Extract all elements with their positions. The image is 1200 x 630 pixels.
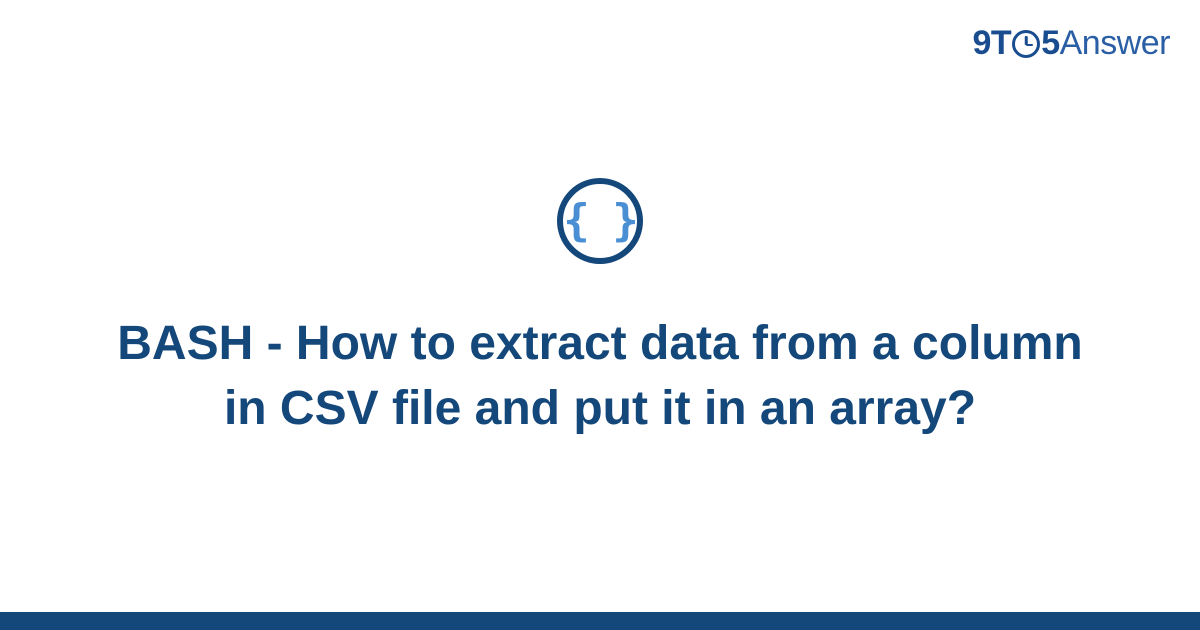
- clock-icon: [1012, 30, 1040, 58]
- code-braces-icon: { }: [563, 199, 636, 243]
- site-logo: 9T5Answer: [973, 24, 1171, 63]
- footer-accent-bar: [0, 612, 1200, 630]
- question-title: BASH - How to extract data from a column…: [100, 312, 1100, 442]
- logo-nine: 9: [973, 24, 991, 63]
- logo-t: T: [991, 24, 1011, 63]
- main-content: { } BASH - How to extract data from a co…: [0, 0, 1200, 630]
- category-icon-circle: { }: [557, 178, 643, 264]
- logo-five: 5: [1041, 24, 1059, 63]
- logo-answer: Answer: [1060, 24, 1170, 63]
